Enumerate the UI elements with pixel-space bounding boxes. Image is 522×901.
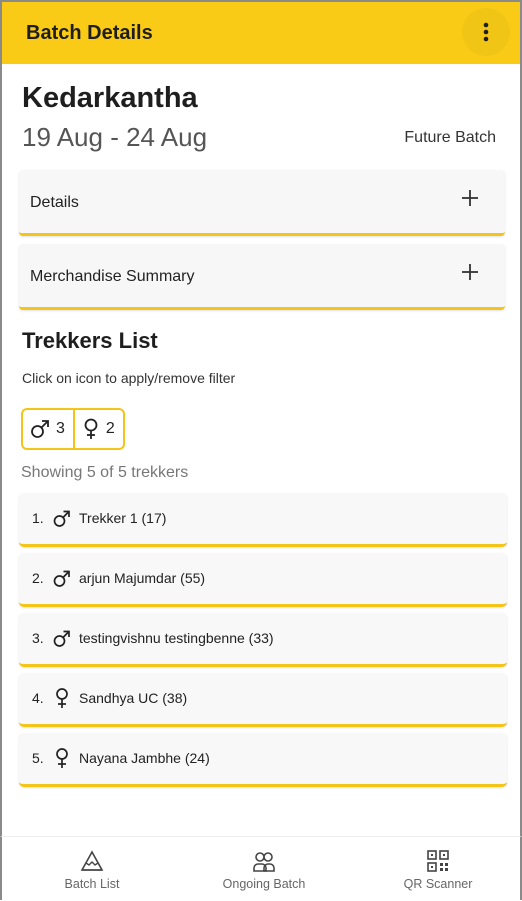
trekker-number: 1. [32,510,44,526]
female-filter-chip[interactable]: 2 [74,408,125,450]
trekker-number: 2. [32,570,44,586]
batch-status: Future Batch [404,129,496,146]
showing-count: Showing 5 of 5 trekkers [21,464,189,481]
more-vert-icon [483,22,489,42]
nav-qr-scanner-label: QR Scanner [403,877,473,891]
page-title: Batch Details [26,22,153,44]
male-icon [31,420,49,438]
batch-dates: 19 Aug - 24 Aug [22,122,208,152]
nav-batch-list-label: Batch List [64,877,120,891]
details-accordion-label: Details [30,194,79,211]
trekker-list-item[interactable]: 2. arjun Majumdar (55) [19,553,507,607]
trekkers-list: 1. Trekker 1 (17) 2. arjun Majumdar (55)… [19,493,507,793]
trekker-name: arjun Majumdar (55) [79,570,206,586]
trekkers-list-title: Trekkers List [22,328,158,353]
male-icon [53,510,70,527]
male-icon [53,630,70,647]
mountain-icon [80,850,104,871]
nav-qr-scanner[interactable]: QR Scanner [373,837,503,901]
plus-icon [462,264,478,280]
female-icon [56,688,68,708]
trekker-name: Trekker 1 (17) [79,510,167,526]
nav-ongoing-batch[interactable]: Ongoing Batch [199,837,329,901]
trek-name: Kedarkantha [22,82,198,114]
male-count: 3 [56,420,65,437]
filter-hint: Click on icon to apply/remove filter [22,370,236,386]
details-accordion[interactable]: Details [19,170,505,236]
qr-code-icon [427,850,449,872]
female-icon [84,418,98,439]
male-icon [53,570,70,587]
trekker-name: Nayana Jambhe (24) [79,750,210,766]
female-icon [56,748,68,768]
trekker-number: 5. [32,750,44,766]
trekker-list-item[interactable]: 1. Trekker 1 (17) [19,493,507,547]
merchandise-summary-label: Merchandise Summary [30,268,195,285]
trekker-list-item[interactable]: 3. testingvishnu testingbenne (33) [19,613,507,667]
trekker-name: Sandhya UC (38) [79,690,188,706]
nav-ongoing-batch-label: Ongoing Batch [222,877,306,891]
trekker-list-item[interactable]: 5. Nayana Jambhe (24) [19,733,507,787]
trekker-number: 4. [32,690,44,706]
nav-batch-list[interactable]: Batch List [27,837,157,901]
bottom-navigation: Batch List Ongoing Batch QR Scanner [0,836,522,900]
female-count: 2 [105,420,115,437]
trekker-list-item[interactable]: 4. Sandhya UC (38) [19,673,507,727]
male-filter-chip[interactable]: 3 [21,408,75,450]
plus-icon [462,190,478,206]
trekker-number: 3. [32,630,44,646]
trekker-name: testingvishnu testingbenne (33) [79,630,274,646]
more-menu-button[interactable] [462,8,510,56]
group-icon [253,852,275,872]
merchandise-summary-accordion[interactable]: Merchandise Summary [19,244,505,310]
gender-filter-group: 3 2 [21,408,125,450]
app-bar: Batch Details [0,0,522,64]
